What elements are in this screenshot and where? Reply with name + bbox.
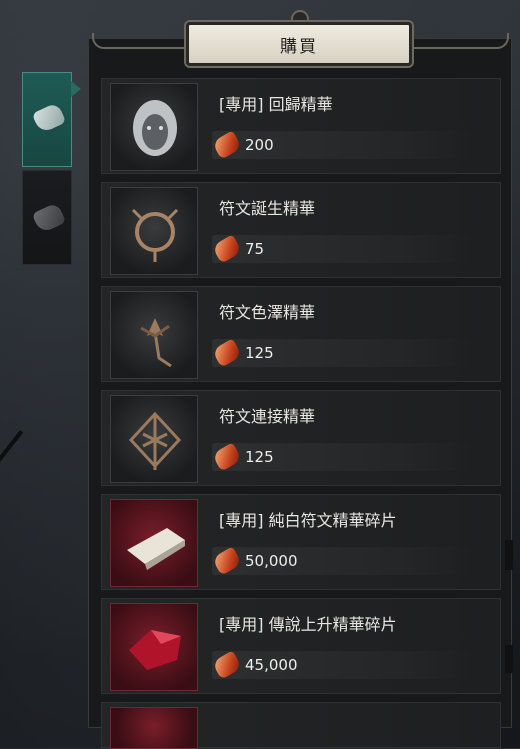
red-gem-currency-icon xyxy=(211,130,243,160)
item-price: 125 xyxy=(245,344,274,362)
shop-item[interactable]: 符文誕生精華 75 xyxy=(101,182,501,278)
ore-stone-icon xyxy=(31,202,67,234)
item-name: [專用] 純白符文精華碎片 xyxy=(219,511,397,530)
shop-item[interactable]: 符文色澤精華 125 xyxy=(101,286,501,382)
item-icon-partial xyxy=(110,707,198,749)
red-gem-currency-icon xyxy=(211,234,243,264)
shop-item[interactable]: [專用] 傳說上升精華碎片 45,000 xyxy=(101,598,501,694)
red-gem-currency-icon xyxy=(211,650,243,680)
hooded-face-icon xyxy=(110,83,198,171)
price-bar: 45,000 xyxy=(211,650,472,680)
panel-title: 購買 xyxy=(280,36,318,57)
price-bar: 50,000 xyxy=(211,546,472,576)
essence-stone-icon xyxy=(31,102,67,134)
shop-item[interactable]: 符文連接精華 125 xyxy=(101,390,501,486)
panel-ornament-left xyxy=(92,33,189,49)
panel-ornament-right xyxy=(412,33,509,49)
item-name: [專用] 回歸精華 xyxy=(219,95,333,114)
price-bar: 200 xyxy=(211,130,472,160)
shop-item-partial[interactable] xyxy=(101,702,501,749)
rune-diamond-icon xyxy=(110,395,198,483)
red-gem-currency-icon xyxy=(211,442,243,472)
item-name: 符文色澤精華 xyxy=(219,303,316,322)
price-bar: 125 xyxy=(211,338,472,368)
red-gem-currency-icon xyxy=(211,338,243,368)
shop-item[interactable]: [專用] 回歸精華 200 xyxy=(101,78,501,174)
red-crystal-icon xyxy=(110,603,198,691)
scrollbar-thumb-lower[interactable] xyxy=(505,645,513,673)
item-price: 125 xyxy=(245,448,274,466)
item-name: 符文誕生精華 xyxy=(219,199,316,218)
price-bar: 125 xyxy=(211,442,472,472)
lily-flower-icon xyxy=(110,291,198,379)
price-bar: 75 xyxy=(211,234,472,264)
thorn-ring-icon xyxy=(110,187,198,275)
item-price: 75 xyxy=(245,240,265,258)
shop-item[interactable]: [專用] 純白符文精華碎片 50,000 xyxy=(101,494,501,590)
tab-material[interactable] xyxy=(22,170,72,265)
item-name: 符文連接精華 xyxy=(219,407,316,426)
item-price: 45,000 xyxy=(245,656,298,674)
item-name: [專用] 傳說上升精華碎片 xyxy=(219,615,397,634)
scrollbar-thumb[interactable] xyxy=(505,540,513,570)
item-price: 50,000 xyxy=(245,552,298,570)
item-price: 200 xyxy=(245,136,274,154)
red-gem-currency-icon xyxy=(211,546,243,576)
tab-essence[interactable] xyxy=(22,72,81,167)
panel-title-plate: 購買 xyxy=(186,22,412,66)
white-shard-icon xyxy=(110,499,198,587)
